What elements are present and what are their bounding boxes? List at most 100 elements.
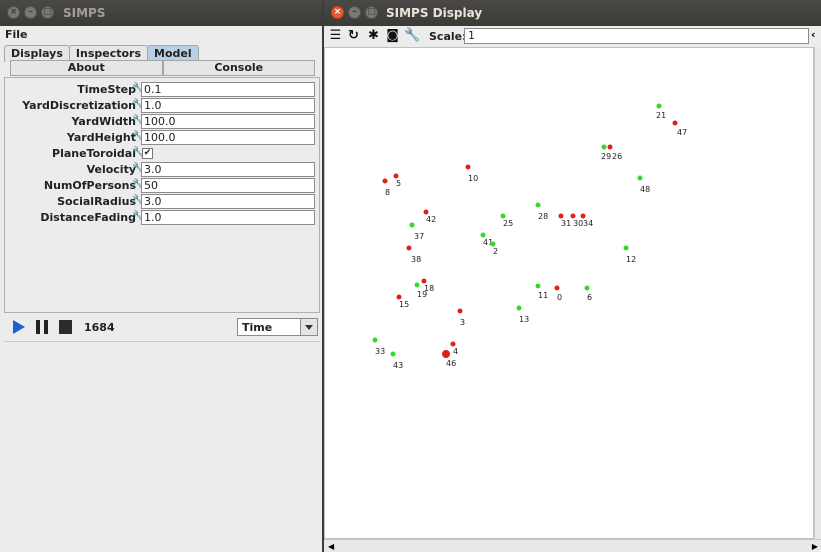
scale-label: Scale: xyxy=(429,30,467,43)
agent-label-11: 11 xyxy=(538,291,548,300)
distancefading-field[interactable]: 1.0 xyxy=(141,210,315,225)
agent-28[interactable] xyxy=(535,202,541,208)
property-label: Velocity xyxy=(86,163,136,176)
scale-field[interactable]: 1 xyxy=(464,28,809,44)
agent-43[interactable] xyxy=(390,351,396,357)
agent-18[interactable] xyxy=(421,278,427,284)
timestep-field[interactable]: 0.1 xyxy=(141,82,315,97)
agent-2[interactable] xyxy=(490,241,496,247)
agent-12[interactable] xyxy=(623,245,629,251)
wrench-icon[interactable]: 🔧 xyxy=(132,147,144,159)
agent-label-15: 15 xyxy=(399,300,409,309)
property-label: SocialRadius xyxy=(57,195,136,208)
simulation-canvas[interactable]: 21 47 29 26 48 10 8 5 42 37 28 25 31 30 34 41 2 38 12 18 19 1… xyxy=(324,47,814,539)
agents-plot: 214729 2648108542372825 31 30 3441238 1218191… xyxy=(372,103,687,370)
property-row-socialradius: SocialRadius 🔧 3.0 xyxy=(5,194,317,210)
property-row-planetoroidal: PlaneToroidal 🔧 ✔ xyxy=(5,146,317,162)
time-dropdown[interactable]: Time xyxy=(237,318,318,336)
minimize-button[interactable]: – xyxy=(24,6,37,19)
property-label: TimeStep xyxy=(77,83,136,96)
vertical-scrollbar[interactable] xyxy=(814,47,821,539)
agent-15[interactable] xyxy=(396,294,402,300)
agent-19[interactable] xyxy=(414,282,420,288)
agent-label-33: 33 xyxy=(375,347,385,356)
numofpersons-field[interactable]: 50 xyxy=(141,178,315,193)
agent-11[interactable] xyxy=(535,283,541,289)
agent-5[interactable] xyxy=(393,173,399,179)
socialradius-field[interactable]: 3.0 xyxy=(141,194,315,209)
scroll-left-icon[interactable]: ◀ xyxy=(328,542,334,551)
agent-42[interactable] xyxy=(423,209,429,215)
agent-34[interactable] xyxy=(580,213,586,219)
agent-13[interactable] xyxy=(516,305,522,311)
agent-label-8: 8 xyxy=(385,188,390,197)
agent-10[interactable] xyxy=(465,164,471,170)
velocity-field[interactable]: 3.0 xyxy=(141,162,315,177)
property-row-timestep: TimeStep 🔧 0.1 xyxy=(5,82,317,98)
options-icon[interactable]: ‹ xyxy=(811,28,821,41)
maximize-button[interactable]: □ xyxy=(365,6,378,19)
layers-icon[interactable]: ☰ xyxy=(328,28,343,43)
property-row-distancefading: DistanceFading 🔧 1.0 xyxy=(5,210,317,226)
stop-icon[interactable] xyxy=(59,320,72,334)
agent-label-38: 38 xyxy=(411,255,421,264)
maximize-button[interactable]: □ xyxy=(41,6,54,19)
close-button[interactable]: × xyxy=(7,6,20,19)
play-icon[interactable] xyxy=(13,320,25,334)
agent-38[interactable] xyxy=(406,245,412,251)
property-label: DistanceFading xyxy=(40,211,136,224)
agent-29[interactable] xyxy=(601,144,607,150)
agent-25[interactable] xyxy=(500,213,506,219)
agent-label-21: 21 xyxy=(656,111,666,120)
scroll-right-icon[interactable]: ▶ xyxy=(812,542,818,551)
property-row-yardwidth: YardWidth 🔧 100.0 xyxy=(5,114,317,130)
agent-label-46: 46 xyxy=(446,359,456,368)
display-toolbar: ☰ ↻ ✱ ◙ 🔧 Scale: 1 ‹ xyxy=(324,26,821,46)
horizontal-scrollbar[interactable]: ◀ ▶ xyxy=(324,539,821,552)
agent-8[interactable] xyxy=(382,178,388,184)
property-row-yarddiscretization: YardDiscretization 🔧 1.0 xyxy=(5,98,317,114)
agent-47[interactable] xyxy=(672,120,678,126)
property-label: YardHeight xyxy=(66,131,136,144)
agent-6[interactable] xyxy=(584,285,590,291)
agent-21[interactable] xyxy=(656,103,662,109)
console-window-title: SIMPS xyxy=(63,6,106,20)
minimize-button[interactable]: – xyxy=(348,6,361,19)
property-row-velocity: Velocity 🔧 3.0 xyxy=(5,162,317,178)
tab-console[interactable]: Console xyxy=(162,60,315,76)
close-button[interactable]: × xyxy=(331,6,344,19)
pause-icon[interactable] xyxy=(36,320,49,334)
agent-3[interactable] xyxy=(457,308,463,314)
camera-icon[interactable]: ◙ xyxy=(385,28,400,43)
chevron-down-icon[interactable] xyxy=(300,319,317,335)
agent-46[interactable] xyxy=(442,350,450,358)
menubar: File xyxy=(0,26,322,43)
agent-41[interactable] xyxy=(480,232,486,238)
refresh-icon[interactable]: ↻ xyxy=(346,28,361,43)
agent-33[interactable] xyxy=(372,337,378,343)
yarddiscretization-field[interactable]: 1.0 xyxy=(141,98,315,113)
agent-31[interactable] xyxy=(558,213,564,219)
planetoroidal-checkbox[interactable]: ✔ xyxy=(142,148,153,159)
agent-30[interactable] xyxy=(570,213,576,219)
agent-4[interactable] xyxy=(450,341,456,347)
movie-icon[interactable]: ✱ xyxy=(366,28,381,43)
property-label: YardDiscretization xyxy=(22,99,136,112)
property-label: YardWidth xyxy=(71,115,136,128)
tab-about[interactable]: About xyxy=(10,60,163,76)
agent-26[interactable] xyxy=(607,144,613,150)
display-titlebar: × – □ SIMPS Display xyxy=(324,0,821,26)
agent-37[interactable] xyxy=(409,222,415,228)
agent-label-25: 25 xyxy=(503,219,513,228)
time-dropdown-value: Time xyxy=(242,321,273,334)
agent-label-2: 2 xyxy=(493,247,498,256)
wrench-icon[interactable]: 🔧 xyxy=(404,28,420,43)
yardheight-field[interactable]: 100.0 xyxy=(141,130,315,145)
agent-48[interactable] xyxy=(637,175,643,181)
file-menu[interactable]: File xyxy=(5,28,28,41)
agent-0[interactable] xyxy=(554,285,560,291)
agent-label-29: 29 xyxy=(601,152,611,161)
yardwidth-field[interactable]: 100.0 xyxy=(141,114,315,129)
property-row-yardheight: YardHeight 🔧 100.0 xyxy=(5,130,317,146)
property-label: NumOfPersons xyxy=(43,179,136,192)
